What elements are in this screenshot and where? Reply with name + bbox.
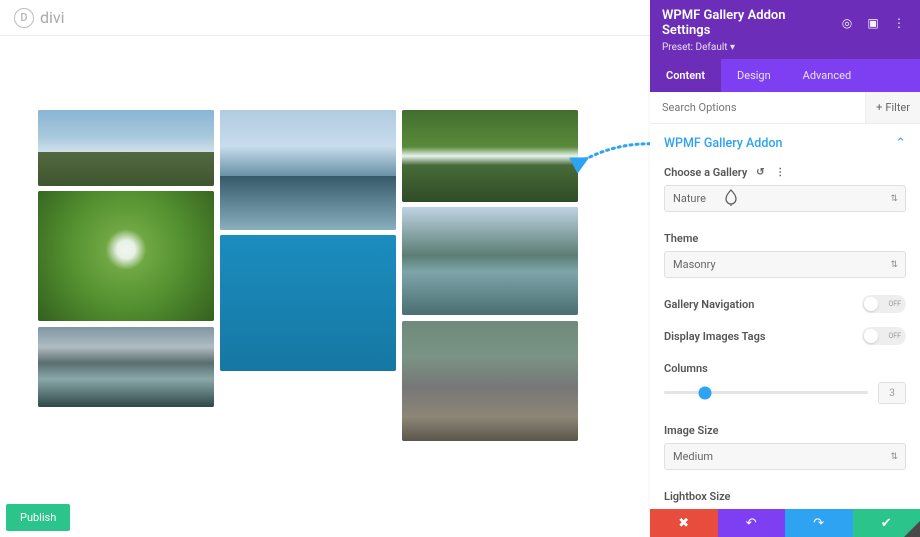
section-header[interactable]: WPMF Gallery Addon⌃ bbox=[664, 136, 906, 151]
search-row: +Filter bbox=[650, 92, 920, 124]
image-size-select[interactable]: Medium bbox=[664, 443, 906, 470]
gallery-image[interactable] bbox=[402, 110, 578, 202]
gallery-image[interactable] bbox=[402, 321, 578, 441]
theme-select[interactable]: Masonry bbox=[664, 251, 906, 278]
resize-handle[interactable] bbox=[904, 521, 920, 537]
filter-button[interactable]: +Filter bbox=[865, 92, 920, 123]
reset-icon[interactable]: ↺ bbox=[753, 165, 767, 179]
columns-value[interactable]: 3 bbox=[878, 382, 906, 404]
check-icon: ✔ bbox=[881, 516, 892, 531]
cancel-button[interactable]: ✖ bbox=[650, 509, 718, 537]
panel-header: WPMF Gallery Addon Settings ◎ ▣ ⋮ Preset… bbox=[650, 0, 920, 59]
theme-label: Theme bbox=[664, 232, 698, 245]
gallery-image[interactable] bbox=[220, 110, 396, 230]
preset-dropdown[interactable]: Preset: Default ▾ bbox=[662, 42, 908, 53]
gallery-nav-toggle[interactable]: OFF bbox=[862, 295, 906, 313]
lightbox-size-label: Lightbox Size bbox=[664, 490, 730, 503]
chevron-up-icon: ⌃ bbox=[895, 136, 906, 151]
panel-scroll[interactable]: WPMF Gallery Addon⌃ Choose a Gallery ↺ ⋮… bbox=[650, 124, 920, 509]
responsive-icon[interactable]: ◎ bbox=[838, 14, 856, 32]
gallery-image[interactable] bbox=[38, 191, 214, 321]
plus-icon: + bbox=[876, 101, 882, 114]
divi-logo-icon: D bbox=[14, 8, 34, 28]
brand-name: divi bbox=[40, 8, 65, 27]
tab-advanced[interactable]: Advanced bbox=[787, 59, 867, 92]
columns-label: Columns bbox=[664, 362, 708, 375]
gallery-image[interactable] bbox=[402, 207, 578, 315]
close-icon: ✖ bbox=[678, 516, 689, 531]
panel-footer: ✖ ↶ ↷ ✔ bbox=[650, 509, 920, 537]
undo-icon: ↶ bbox=[746, 516, 757, 531]
panel-title: WPMF Gallery Addon Settings bbox=[662, 8, 830, 38]
search-input[interactable] bbox=[650, 92, 865, 123]
image-gallery[interactable] bbox=[38, 110, 578, 441]
slider-thumb[interactable] bbox=[698, 386, 711, 399]
tab-content[interactable]: Content bbox=[650, 59, 721, 92]
gallery-image[interactable] bbox=[38, 327, 214, 407]
settings-panel: WPMF Gallery Addon Settings ◎ ▣ ⋮ Preset… bbox=[650, 0, 920, 537]
panel-tabs: Content Design Advanced bbox=[650, 59, 920, 92]
tab-design[interactable]: Design bbox=[721, 59, 787, 92]
gallery-image[interactable] bbox=[220, 235, 396, 371]
redo-button[interactable]: ↷ bbox=[785, 509, 853, 537]
editor-canvas bbox=[0, 36, 650, 537]
undo-button[interactable]: ↶ bbox=[718, 509, 786, 537]
choose-gallery-label: Choose a Gallery bbox=[664, 166, 747, 179]
gallery-nav-label: Gallery Navigation bbox=[664, 298, 754, 311]
display-tags-toggle[interactable]: OFF bbox=[862, 327, 906, 345]
kebab-icon[interactable]: ⋮ bbox=[773, 165, 787, 179]
display-tags-label: Display Images Tags bbox=[664, 330, 766, 343]
more-icon[interactable]: ⋮ bbox=[890, 14, 908, 32]
publish-button[interactable]: Publish bbox=[6, 504, 70, 531]
divi-logo: D divi bbox=[14, 8, 65, 28]
layout-icon[interactable]: ▣ bbox=[864, 14, 882, 32]
gallery-image[interactable] bbox=[38, 110, 214, 186]
columns-slider[interactable] bbox=[664, 391, 868, 394]
image-size-label: Image Size bbox=[664, 424, 719, 437]
gallery-select[interactable]: Nature bbox=[664, 185, 906, 212]
redo-icon: ↷ bbox=[813, 516, 824, 531]
